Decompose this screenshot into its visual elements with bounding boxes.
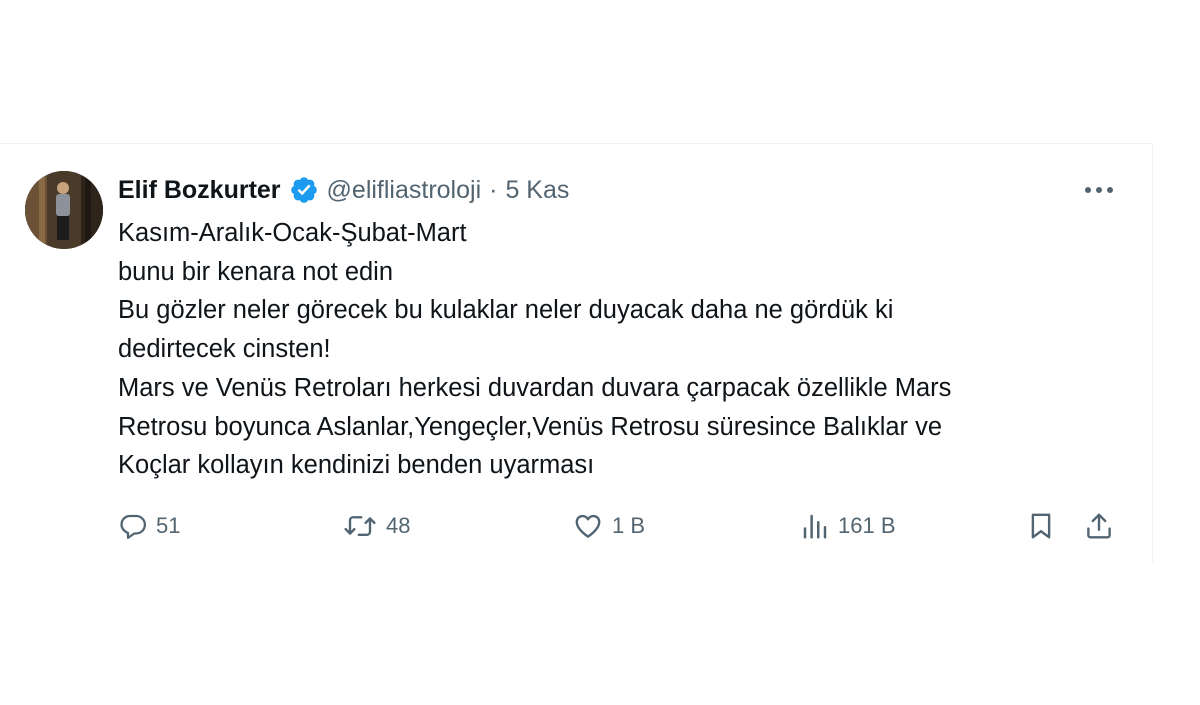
reply-count: 51	[156, 513, 181, 538]
avatar-image	[25, 171, 103, 249]
repost-count: 48	[386, 513, 411, 538]
avatar[interactable]	[25, 171, 103, 249]
verified-badge-icon	[289, 175, 319, 205]
share-button[interactable]	[1084, 506, 1114, 546]
tweet-actions: 51 48 1 B 161 B	[0, 506, 1152, 546]
tweet-text-line: Mars ve Venüs Retroları herkesi duvardan…	[118, 373, 952, 402]
more-options-button[interactable]	[1082, 178, 1116, 202]
tweet-text-line: Koçlar kollayın kendinizi benden uyarmas…	[118, 451, 595, 480]
tweet-text-line: Bu gözler neler görecek bu kulaklar nele…	[118, 296, 894, 325]
reply-button[interactable]: 51	[118, 506, 180, 546]
author-name[interactable]: Elif Bozkurter	[118, 176, 281, 205]
tweet-header: Elif Bozkurter @elifliastroloji · 5 Kas	[118, 172, 569, 208]
views-button[interactable]: 161 B	[800, 506, 896, 546]
reply-icon	[120, 514, 146, 539]
author-handle[interactable]: @elifliastroloji	[327, 176, 482, 205]
separator-dot: ·	[489, 175, 498, 204]
tweet-card[interactable]: Elif Bozkurter @elifliastroloji · 5 Kas …	[0, 143, 1153, 563]
like-button[interactable]: 1 B	[572, 506, 645, 546]
repost-icon	[344, 516, 376, 536]
heart-icon	[575, 514, 601, 538]
like-count: 1 B	[612, 513, 646, 538]
bookmark-button[interactable]	[1026, 506, 1056, 546]
more-horizontal-icon	[1085, 187, 1113, 193]
bookmark-icon	[1031, 513, 1051, 539]
tweet-text: Kasım-Aralık-Ocak-Şubat-Mart bunu bir ke…	[118, 214, 1108, 485]
tweet-text-line: bunu bir kenara not edin	[118, 257, 394, 286]
repost-button[interactable]: 48	[342, 506, 410, 546]
views-count: 161 B	[838, 513, 896, 538]
tweet-text-line: Kasım-Aralık-Ocak-Şubat-Mart	[118, 219, 467, 247]
tweet-text-line: dedirtecek cinsten!	[118, 335, 331, 364]
share-icon	[1087, 513, 1111, 539]
views-chart-icon	[803, 514, 827, 539]
tweet-text-line: Retrosu boyunca Aslanlar,Yengeçler,Venüs…	[118, 412, 943, 441]
tweet-date[interactable]: 5 Kas	[505, 176, 569, 205]
